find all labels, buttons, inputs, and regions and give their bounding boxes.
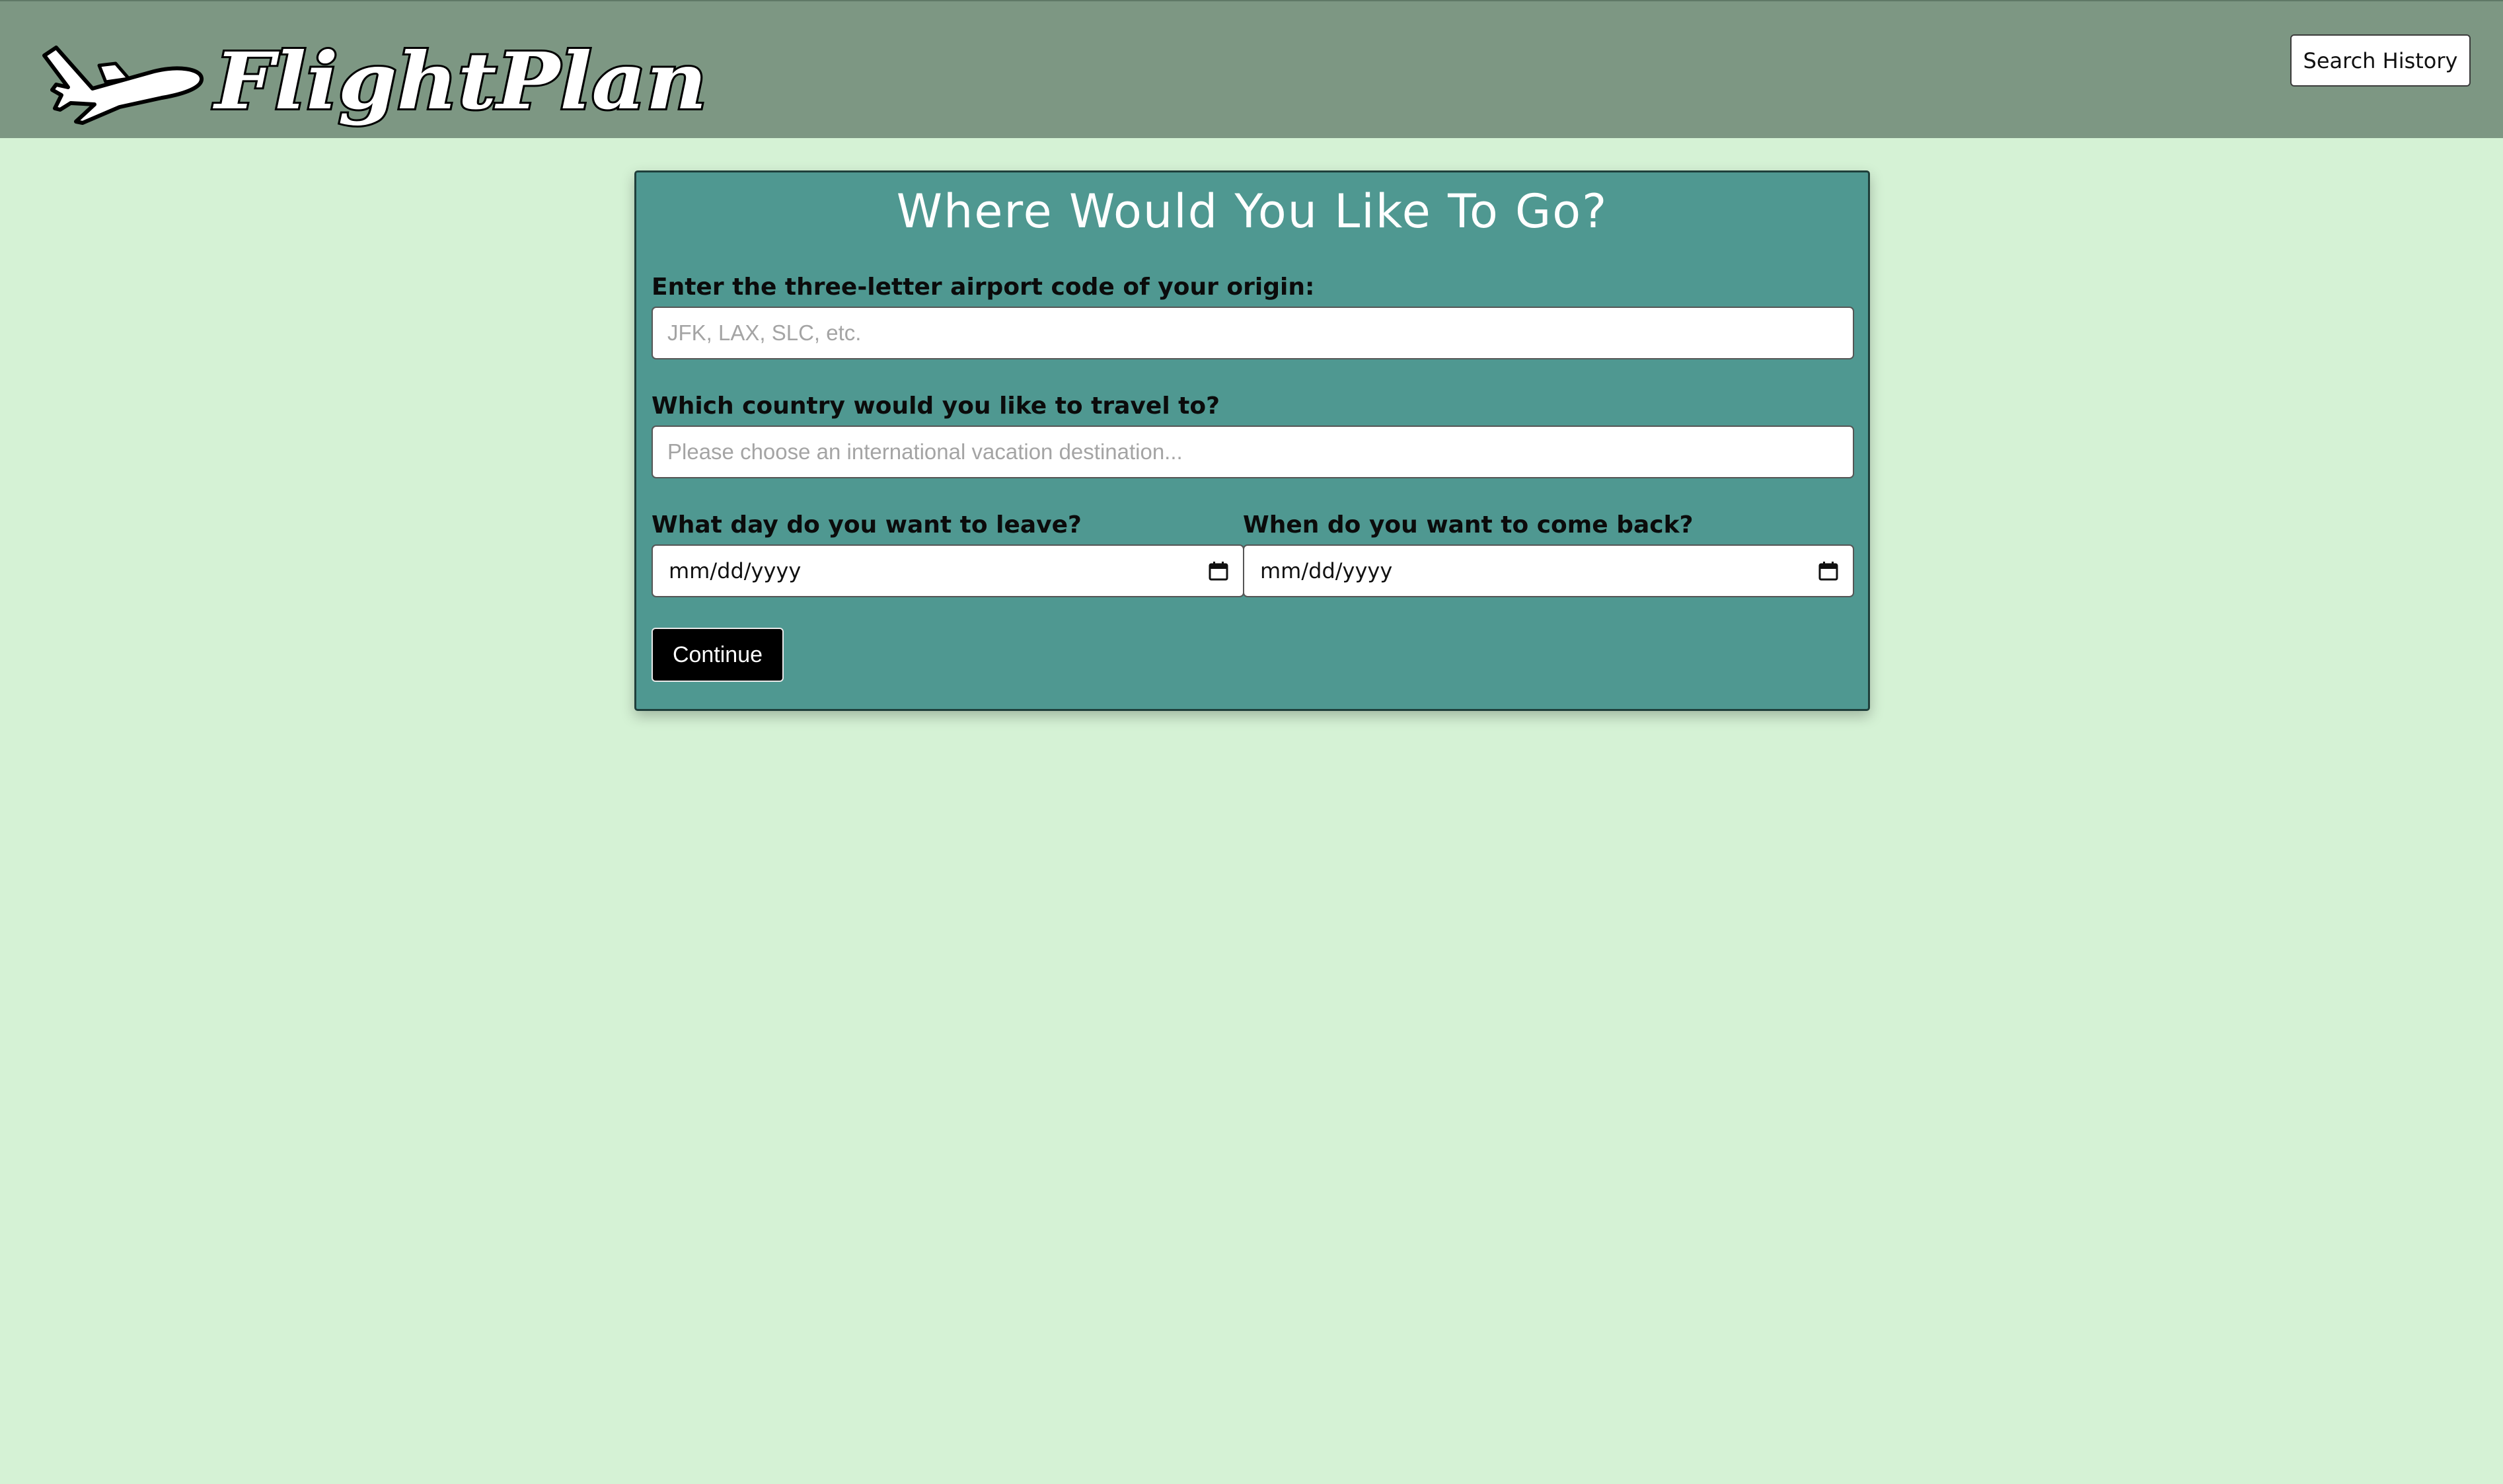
search-history-button[interactable]: Search History	[2290, 34, 2471, 87]
return-date-input[interactable]: mm/dd/yyyy	[1243, 544, 1854, 597]
top-bar: FlightPlan Search History	[0, 0, 2503, 138]
flightplan-logo[interactable]: FlightPlan	[36, 16, 717, 128]
continue-button[interactable]: Continue	[652, 628, 784, 682]
return-date-label: When do you want to come back?	[1243, 511, 1694, 538]
depart-date-input[interactable]: mm/dd/yyyy	[652, 544, 1244, 597]
destination-label: Which country would you like to travel t…	[652, 392, 1220, 420]
trip-form-panel: Where Would You Like To Go? Enter the th…	[634, 170, 1870, 711]
origin-label: Enter the three-letter airport code of y…	[652, 274, 1315, 301]
logo-text: FlightPlan	[213, 35, 707, 127]
destination-country-input[interactable]	[652, 426, 1854, 478]
calendar-icon[interactable]	[1207, 560, 1230, 582]
calendar-icon[interactable]	[1817, 560, 1840, 582]
airplane-icon	[42, 46, 204, 125]
form-title: Where Would You Like To Go?	[896, 184, 1608, 239]
depart-date-label: What day do you want to leave?	[652, 511, 1082, 538]
depart-date-value: mm/dd/yyyy	[669, 558, 802, 583]
return-date-value: mm/dd/yyyy	[1260, 558, 1393, 583]
origin-airport-input[interactable]	[652, 307, 1854, 359]
